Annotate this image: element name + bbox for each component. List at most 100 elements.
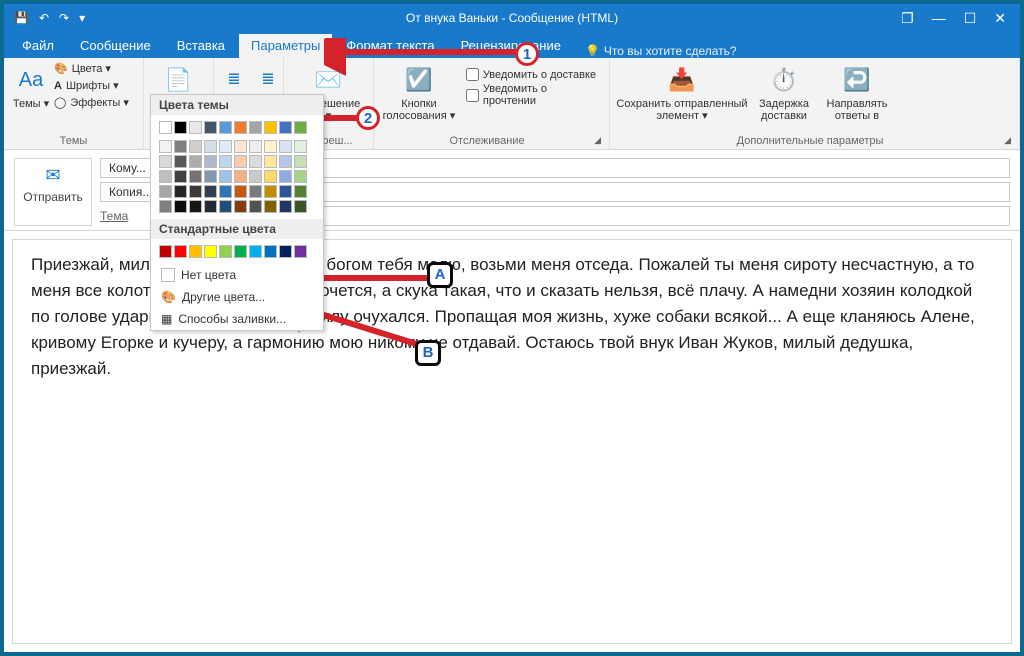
color-swatch[interactable]: [279, 200, 292, 213]
color-swatch[interactable]: [249, 155, 262, 168]
color-swatch[interactable]: [279, 245, 292, 258]
minimize-icon[interactable]: —: [932, 10, 946, 27]
color-swatch[interactable]: [219, 200, 232, 213]
color-swatch[interactable]: [189, 155, 202, 168]
color-swatch[interactable]: [204, 245, 217, 258]
tab-review[interactable]: Рецензирование: [449, 34, 573, 58]
color-swatch[interactable]: [279, 155, 292, 168]
color-swatch[interactable]: [174, 121, 187, 134]
color-swatch[interactable]: [204, 121, 217, 134]
delay-delivery-button[interactable]: ⏱️ Задержка доставки: [752, 62, 816, 122]
color-swatch[interactable]: [264, 155, 277, 168]
color-swatch[interactable]: [219, 185, 232, 198]
color-swatch[interactable]: [264, 170, 277, 183]
theme-effects-button[interactable]: ◯ Эффекты ▾: [54, 96, 129, 111]
color-swatch[interactable]: [174, 140, 187, 153]
color-swatch[interactable]: [249, 245, 262, 258]
color-swatch[interactable]: [204, 200, 217, 213]
color-swatch[interactable]: [279, 185, 292, 198]
color-swatch[interactable]: [234, 140, 247, 153]
tab-file[interactable]: Файл: [10, 34, 66, 58]
close-icon[interactable]: ✕: [994, 10, 1006, 27]
color-swatch[interactable]: [279, 121, 292, 134]
color-swatch[interactable]: [174, 185, 187, 198]
themes-button[interactable]: Aa Темы ▾: [10, 62, 52, 111]
maximize-icon[interactable]: ☐: [964, 10, 977, 27]
color-swatch[interactable]: [264, 185, 277, 198]
color-swatch[interactable]: [219, 155, 232, 168]
tab-insert[interactable]: Вставка: [165, 34, 237, 58]
undo-icon[interactable]: ↶: [39, 11, 49, 25]
save-icon[interactable]: 💾: [14, 11, 29, 25]
ribbon-display-options-icon[interactable]: ❐: [901, 10, 914, 27]
color-swatch[interactable]: [174, 200, 187, 213]
color-swatch[interactable]: [204, 140, 217, 153]
tell-me-field[interactable]: 💡 Что вы хотите сделать?: [585, 44, 737, 58]
color-swatch[interactable]: [249, 121, 262, 134]
color-swatch[interactable]: [264, 140, 277, 153]
color-swatch[interactable]: [159, 140, 172, 153]
color-swatch[interactable]: [294, 185, 307, 198]
color-swatch[interactable]: [264, 200, 277, 213]
color-swatch[interactable]: [174, 170, 187, 183]
color-swatch[interactable]: [219, 245, 232, 258]
color-swatch[interactable]: [204, 155, 217, 168]
delivery-receipt-checkbox[interactable]: Уведомить о доставке: [466, 68, 603, 81]
tracking-dialog-launcher[interactable]: ◢: [594, 135, 603, 146]
color-swatch[interactable]: [234, 155, 247, 168]
direct-replies-button[interactable]: ↩️ Направлять ответы в: [820, 62, 894, 122]
color-swatch[interactable]: [219, 140, 232, 153]
color-swatch[interactable]: [249, 140, 262, 153]
color-swatch[interactable]: [189, 185, 202, 198]
color-swatch[interactable]: [159, 155, 172, 168]
color-swatch[interactable]: [234, 170, 247, 183]
theme-color-swatches[interactable]: [151, 115, 323, 219]
more-options-dialog-launcher[interactable]: ◢: [1004, 135, 1013, 146]
color-swatch[interactable]: [234, 185, 247, 198]
color-swatch[interactable]: [159, 170, 172, 183]
tab-format-text[interactable]: Формат текста: [334, 34, 446, 58]
color-swatch[interactable]: [159, 200, 172, 213]
to-button[interactable]: Кому...: [100, 158, 155, 178]
read-receipt-checkbox[interactable]: Уведомить о прочтении: [466, 83, 603, 107]
theme-fonts-button[interactable]: A Шрифты ▾: [54, 79, 129, 94]
tab-message[interactable]: Сообщение: [68, 34, 163, 58]
color-swatch[interactable]: [174, 155, 187, 168]
color-swatch[interactable]: [249, 200, 262, 213]
color-swatch[interactable]: [264, 121, 277, 134]
color-swatch[interactable]: [159, 245, 172, 258]
color-swatch[interactable]: [189, 140, 202, 153]
color-swatch[interactable]: [294, 140, 307, 153]
no-color-option[interactable]: Нет цвета: [151, 264, 323, 286]
color-swatch[interactable]: [234, 245, 247, 258]
color-swatch[interactable]: [204, 170, 217, 183]
fill-effects-option[interactable]: ▦ Способы заливки...: [151, 308, 323, 330]
color-swatch[interactable]: [159, 185, 172, 198]
save-sent-item-button[interactable]: 📥 Сохранить отправленный элемент ▾: [616, 62, 748, 122]
color-swatch[interactable]: [294, 200, 307, 213]
qat-more-icon[interactable]: ▾: [79, 11, 85, 25]
color-swatch[interactable]: [189, 170, 202, 183]
color-swatch[interactable]: [159, 121, 172, 134]
color-swatch[interactable]: [249, 185, 262, 198]
color-swatch[interactable]: [294, 121, 307, 134]
color-swatch[interactable]: [294, 170, 307, 183]
color-swatch[interactable]: [234, 121, 247, 134]
color-swatch[interactable]: [234, 200, 247, 213]
color-swatch[interactable]: [189, 121, 202, 134]
color-swatch[interactable]: [219, 170, 232, 183]
redo-icon[interactable]: ↷: [59, 11, 69, 25]
color-swatch[interactable]: [264, 245, 277, 258]
color-swatch[interactable]: [279, 140, 292, 153]
send-button[interactable]: ✉ Отправить: [14, 158, 92, 226]
color-swatch[interactable]: [189, 200, 202, 213]
standard-color-swatches[interactable]: [151, 239, 323, 264]
voting-buttons[interactable]: ☑️ Кнопкиголосования ▾: [380, 62, 458, 122]
color-swatch[interactable]: [249, 170, 262, 183]
color-swatch[interactable]: [294, 155, 307, 168]
color-swatch[interactable]: [279, 170, 292, 183]
color-swatch[interactable]: [189, 245, 202, 258]
color-swatch[interactable]: [219, 121, 232, 134]
color-swatch[interactable]: [204, 185, 217, 198]
color-swatch[interactable]: [174, 245, 187, 258]
